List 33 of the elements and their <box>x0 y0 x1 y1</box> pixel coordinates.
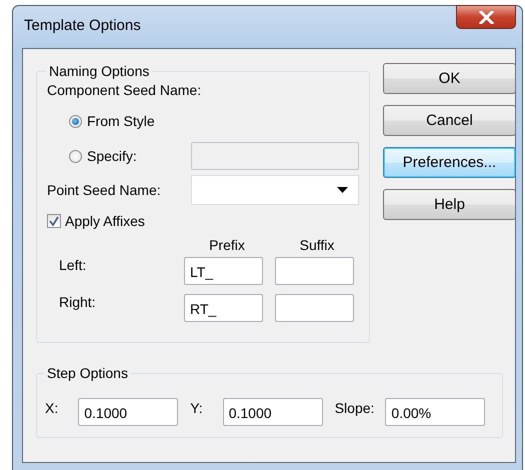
field-label: Y: <box>190 400 203 416</box>
input-field[interactable]: LT_ <box>184 257 263 285</box>
field-label: Point Seed Name: <box>47 182 161 198</box>
group-title: Naming Options <box>48 63 150 79</box>
radio-button[interactable] <box>69 114 82 128</box>
group-title: Step Options <box>46 365 129 381</box>
field-label: X: <box>45 400 58 416</box>
caret-icon <box>337 187 348 193</box>
input-field[interactable]: 0.1000 <box>78 398 178 426</box>
dialog-button[interactable]: Cancel <box>383 105 516 136</box>
field-label: Component Seed Name: <box>47 82 202 98</box>
field-label: Slope: <box>334 400 374 416</box>
option-label[interactable]: Specify: <box>87 148 137 164</box>
checkbox-label[interactable]: Apply Affixes <box>65 213 145 229</box>
field-label: Right: <box>58 294 97 310</box>
input-field[interactable]: RT_ <box>184 294 263 322</box>
input-field[interactable]: 0.00% <box>385 398 486 426</box>
close-icon <box>478 10 494 24</box>
checkbox[interactable] <box>47 214 61 228</box>
window-title: Template Options <box>24 17 141 34</box>
option-label[interactable]: From Style <box>87 113 155 129</box>
dialog-button[interactable]: Preferences... <box>383 147 516 178</box>
input-field[interactable] <box>275 257 354 285</box>
checkmark-icon <box>49 216 59 226</box>
input-field[interactable] <box>275 294 354 322</box>
field-label: Left: <box>58 257 88 273</box>
column-header: Suffix <box>298 237 336 253</box>
dialog-button[interactable]: Help <box>383 189 516 220</box>
dialog-button[interactable]: OK <box>383 63 516 94</box>
close-button[interactable] <box>456 5 516 29</box>
input-field[interactable]: 0.1000 <box>222 398 323 426</box>
column-header: Prefix <box>208 237 246 253</box>
radio-button[interactable] <box>69 150 82 162</box>
